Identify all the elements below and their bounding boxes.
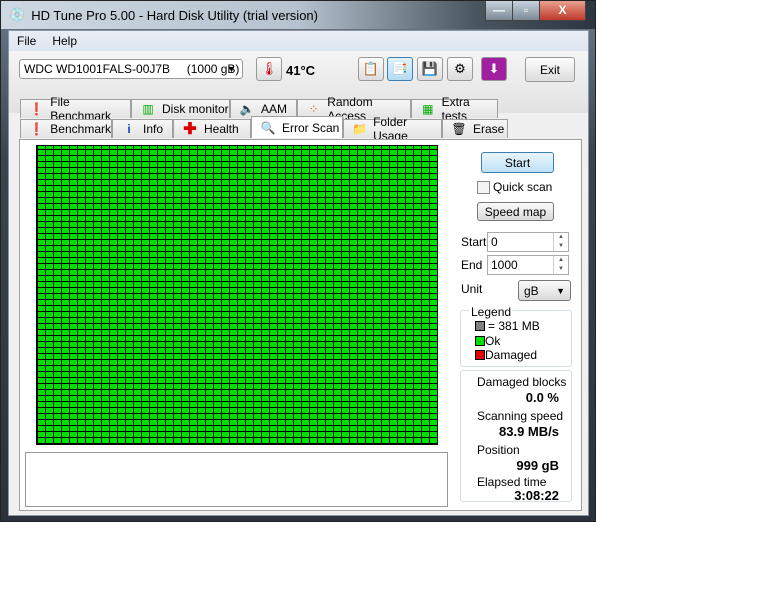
copy-screenshot-button[interactable]: 📑 bbox=[387, 57, 413, 81]
tab-file-benchmark[interactable]: ❗ File Benchmark bbox=[20, 95, 131, 123]
end-field[interactable]: 1000 ▲ ▼ bbox=[487, 255, 569, 275]
quick-scan-label: Quick scan bbox=[493, 180, 553, 194]
window-title: HD Tune Pro 5.00 - Hard Disk Utility (tr… bbox=[31, 7, 318, 23]
menu-bar: File Help bbox=[9, 31, 588, 51]
menu-help[interactable]: Help bbox=[52, 34, 77, 48]
block-swatch bbox=[475, 321, 485, 331]
tab-error-scan[interactable]: 🔍 Error Scan bbox=[251, 116, 343, 138]
folder-icon: 📁 bbox=[352, 122, 368, 136]
minimize-button[interactable]: — bbox=[485, 1, 513, 21]
trash-icon: 🗑 bbox=[451, 122, 467, 136]
elapsed-time-label: Elapsed time bbox=[477, 475, 547, 489]
file-benchmark-icon: ❗ bbox=[29, 102, 45, 116]
legend-damaged-label: Damaged bbox=[485, 348, 538, 362]
download-button[interactable]: ⬇ bbox=[481, 57, 507, 81]
damaged-blocks-value: 0.0 % bbox=[525, 390, 559, 405]
unit-select[interactable]: gB ▼ bbox=[518, 280, 571, 301]
exit-button[interactable]: Exit bbox=[525, 57, 575, 82]
magnifier-icon: 🔍 bbox=[260, 120, 276, 135]
ok-swatch bbox=[475, 336, 485, 346]
log-area bbox=[25, 452, 448, 507]
end-value: 1000 bbox=[491, 258, 518, 272]
start-button[interactable]: Start bbox=[481, 152, 554, 173]
scanning-speed-value: 83.9 MB/s bbox=[499, 424, 559, 439]
legend-ok: Ok bbox=[475, 334, 500, 348]
speed-map-button[interactable]: Speed map bbox=[477, 202, 554, 221]
tab-folder-usage[interactable]: 📁 Folder Usage bbox=[343, 115, 442, 143]
drive-select-value: WDC WD1001FALS-00J7B (1000 gB) bbox=[24, 62, 240, 76]
start-field[interactable]: 0 ▲ ▼ bbox=[487, 232, 569, 252]
save-button[interactable]: 💾 bbox=[417, 57, 443, 81]
speaker-icon: 🔈 bbox=[239, 102, 255, 116]
benchmark-icon: ❗ bbox=[29, 122, 45, 136]
random-access-icon: ⁘ bbox=[308, 102, 319, 116]
tab-benchmark[interactable]: ❗ Benchmark bbox=[20, 119, 112, 138]
tab-info[interactable]: i Info bbox=[112, 119, 173, 138]
start-label: Start bbox=[461, 235, 487, 249]
tab-label: AAM bbox=[261, 102, 288, 116]
damaged-blocks-label: Damaged blocks bbox=[477, 375, 567, 389]
tab-label: Disk monitor bbox=[162, 102, 229, 116]
spinner-arrows[interactable]: ▲ ▼ bbox=[553, 233, 568, 251]
unit-label: Unit bbox=[461, 282, 483, 296]
tab-label: Info bbox=[143, 122, 164, 136]
spinner-arrows[interactable]: ▲ ▼ bbox=[553, 256, 568, 274]
tab-label: Error Scan bbox=[282, 120, 340, 135]
tab-erase[interactable]: 🗑 Erase bbox=[442, 119, 508, 138]
chevron-down-icon: ▼ bbox=[556, 285, 565, 296]
checkbox-box[interactable] bbox=[477, 180, 490, 194]
drive-select[interactable]: WDC WD1001FALS-00J7B (1000 gB) ▼ bbox=[19, 59, 243, 79]
client-area: File Help WDC WD1001FALS-00J7B (1000 gB)… bbox=[8, 30, 589, 516]
info-icon: i bbox=[127, 122, 131, 136]
chevron-down-icon: ▼ bbox=[227, 64, 236, 74]
extra-tests-icon: ▦ bbox=[422, 102, 434, 116]
error-scan-panel: Start Quick scan Speed map Start 0 ▲ ▼ End… bbox=[19, 139, 582, 511]
tab-label: Erase bbox=[473, 122, 505, 136]
close-button[interactable]: X bbox=[539, 1, 586, 21]
thermometer-icon: 🌡 bbox=[256, 57, 282, 81]
tab-disk-monitor[interactable]: ▥ Disk monitor bbox=[131, 99, 230, 118]
legend-block: = 381 MB bbox=[475, 319, 540, 333]
legend-group: Legend = 381 MB Ok Damaged bbox=[460, 305, 572, 367]
block-map bbox=[36, 145, 438, 445]
elapsed-time-value: 3:08:22 bbox=[514, 488, 559, 503]
position-label: Position bbox=[477, 443, 520, 457]
legend-title: Legend bbox=[469, 305, 514, 319]
damaged-swatch bbox=[475, 350, 485, 360]
tab-health[interactable]: ✚ Health bbox=[173, 119, 251, 138]
app-window: 💿 HD Tune Pro 5.00 - Hard Disk Utility (t… bbox=[0, 0, 596, 522]
health-cross-icon: ✚ bbox=[183, 121, 197, 138]
disk-monitor-icon: ▥ bbox=[142, 102, 154, 116]
start-value: 0 bbox=[491, 235, 498, 249]
legend-damaged: Damaged bbox=[475, 348, 537, 362]
quick-scan-checkbox[interactable]: Quick scan bbox=[477, 180, 552, 194]
end-label: End bbox=[461, 258, 483, 272]
tab-label: Health bbox=[204, 122, 239, 136]
maximize-button[interactable]: ▫ bbox=[512, 1, 540, 21]
temperature: 41°C bbox=[286, 63, 316, 78]
stats-group: Damaged blocks 0.0 % Scanning speed 83.9… bbox=[460, 370, 572, 503]
legend-ok-label: Ok bbox=[485, 334, 501, 348]
menu-file[interactable]: File bbox=[17, 34, 36, 48]
options-button[interactable]: ⚙ bbox=[447, 57, 473, 81]
scanning-speed-label: Scanning speed bbox=[477, 409, 564, 423]
title-bar[interactable]: 💿 HD Tune Pro 5.00 - Hard Disk Utility (t… bbox=[1, 1, 595, 29]
app-icon: 💿 bbox=[9, 7, 26, 22]
legend-block-label: = 381 MB bbox=[488, 319, 540, 333]
tab-label: Benchmark bbox=[50, 122, 111, 136]
position-value: 999 gB bbox=[516, 458, 559, 473]
unit-value: gB bbox=[524, 283, 539, 298]
copy-text-button[interactable]: 📋 bbox=[358, 57, 384, 81]
